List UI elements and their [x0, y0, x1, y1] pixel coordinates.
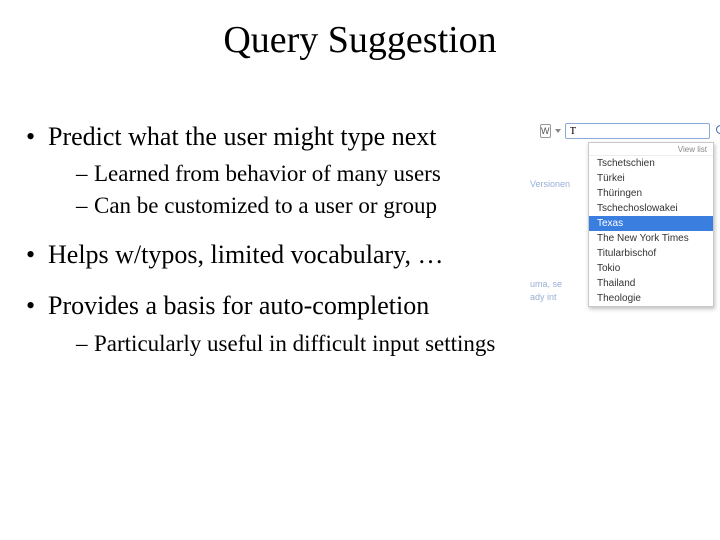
bullet-2: Helps w/typos, limited vocabulary, …: [26, 238, 506, 271]
source-dropdown-icon[interactable]: [555, 129, 561, 133]
dropdown-header[interactable]: View list: [589, 143, 713, 156]
bullet-3-text: Provides a basis for auto-completion: [48, 291, 429, 320]
suggestion-item[interactable]: Tokio: [589, 261, 713, 276]
suggestion-item[interactable]: Tschechoslowakei: [589, 201, 713, 216]
bg-word: Versionen: [530, 178, 586, 192]
slide-body: Predict what the user might type next Le…: [26, 120, 506, 376]
search-bar: W: [536, 120, 712, 142]
search-suggestion-widget: W Versionen uma, se ady int View list Ts…: [536, 120, 712, 142]
bg-word: uma, se: [530, 278, 586, 292]
source-icon[interactable]: W: [540, 124, 551, 138]
bg-word: ady int: [530, 291, 586, 305]
search-input[interactable]: [565, 123, 710, 139]
slide-title: Query Suggestion: [0, 18, 720, 62]
suggestion-dropdown: View list Tschetschien Türkei Thüringen …: [588, 142, 714, 307]
bullet-1: Predict what the user might type next Le…: [26, 120, 506, 220]
bullet-1-sub-1: Learned from behavior of many users: [76, 159, 506, 188]
slide: Query Suggestion Predict what the user m…: [0, 0, 720, 540]
suggestion-item-selected[interactable]: Texas: [589, 216, 713, 231]
suggestion-item[interactable]: Thailand: [589, 276, 713, 291]
suggestion-item[interactable]: Türkei: [589, 171, 713, 186]
bullet-1-sub-2: Can be customized to a user or group: [76, 191, 506, 220]
background-page-text: Versionen uma, se ady int: [530, 144, 586, 304]
suggestion-item[interactable]: Tschetschien: [589, 156, 713, 171]
bullet-1-text: Predict what the user might type next: [48, 122, 436, 151]
suggestion-item[interactable]: The New York Times: [589, 231, 713, 246]
suggestion-item[interactable]: Thüringen: [589, 186, 713, 201]
suggestion-item[interactable]: Theologie: [589, 291, 713, 306]
bullet-3-sub-1: Particularly useful in difficult input s…: [76, 329, 506, 358]
bullet-3: Provides a basis for auto-completion Par…: [26, 289, 506, 358]
suggestion-item[interactable]: Titularbischof: [589, 246, 713, 261]
